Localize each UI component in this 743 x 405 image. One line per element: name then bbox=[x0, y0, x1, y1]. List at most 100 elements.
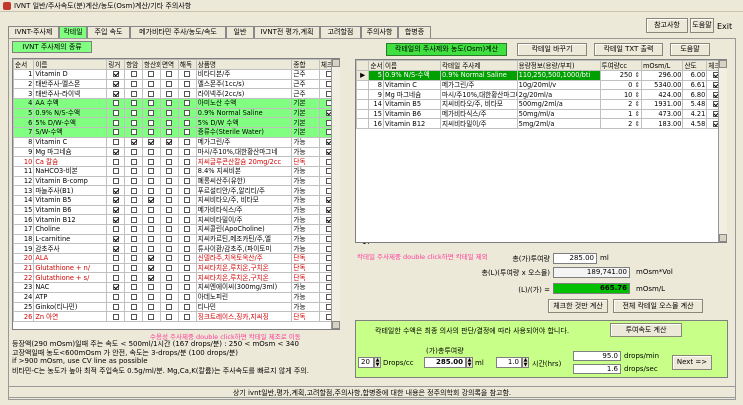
table-row[interactable]: 7 S/W-수액 증류수(Sterile Water) 기본 bbox=[13, 127, 339, 138]
category-checkbox[interactable] bbox=[130, 236, 137, 243]
dose-cc-cell[interactable]: 0 ⇕ bbox=[599, 79, 642, 91]
table-row[interactable]: 9 Mg 마그네슘 마시/주10%,대한황산마그네 2g/20ml/a 10 ⇕ 424.… bbox=[356, 89, 726, 101]
category-checkbox[interactable] bbox=[166, 110, 173, 117]
total-osm-field[interactable]: 189,741.00 bbox=[553, 267, 630, 278]
infusion-volume-spinner[interactable]: ▲ ▼ bbox=[466, 357, 473, 368]
category-checkbox[interactable] bbox=[112, 100, 119, 107]
category-checkbox[interactable] bbox=[130, 129, 137, 136]
table-row[interactable]: 14 Vitamin B5 지씨비타오/주, 비타모 가능 bbox=[13, 194, 339, 206]
category-checkbox[interactable] bbox=[112, 284, 119, 291]
category-checkbox[interactable] bbox=[184, 206, 191, 213]
scroll-down-arrow[interactable] bbox=[332, 321, 340, 329]
tab-cocktail[interactable]: 칵테일 bbox=[59, 26, 87, 38]
category-checkbox[interactable] bbox=[148, 255, 155, 262]
tab-pre-evaluation[interactable]: IVNT전 평가,계획 bbox=[254, 26, 320, 38]
category-checkbox[interactable] bbox=[130, 187, 137, 194]
next-button[interactable]: Next => bbox=[672, 355, 712, 370]
category-checkbox[interactable] bbox=[166, 119, 173, 126]
category-checkbox[interactable] bbox=[130, 313, 137, 320]
table-row[interactable]: 16 Vitamin B12 지씨비타밀이/주 5mg/2ml/a 2 ⇕ 183.00 4… bbox=[356, 118, 726, 130]
category-checkbox[interactable] bbox=[112, 226, 119, 233]
category-checkbox[interactable] bbox=[148, 71, 155, 78]
category-checkbox[interactable] bbox=[166, 294, 173, 301]
category-checkbox[interactable] bbox=[166, 245, 173, 252]
category-checkbox[interactable] bbox=[184, 119, 191, 126]
spinner-icon[interactable]: ⇕ bbox=[632, 101, 640, 109]
table-row[interactable]: 25 Ginko(티나민) 티나민 가능 bbox=[13, 301, 339, 313]
category-checkbox[interactable] bbox=[148, 148, 155, 155]
table-row[interactable]: 5 0.9% N/S-수액 0.9% Normal Saline 기본 bbox=[13, 107, 339, 119]
category-checkbox[interactable] bbox=[112, 265, 119, 272]
tab-general[interactable]: 일반 bbox=[226, 26, 254, 38]
table-row[interactable]: 13 마늘주사(B1) 푸르설티안/주,알리티/주 가능 bbox=[13, 185, 339, 196]
category-checkbox[interactable] bbox=[148, 245, 155, 252]
category-checkbox[interactable] bbox=[166, 177, 173, 184]
category-checkbox[interactable] bbox=[166, 139, 173, 146]
category-checkbox[interactable] bbox=[112, 90, 119, 97]
category-checkbox[interactable] bbox=[130, 265, 137, 272]
category-checkbox[interactable] bbox=[130, 226, 137, 233]
category-checkbox[interactable] bbox=[130, 100, 137, 107]
category-checkbox[interactable] bbox=[112, 274, 119, 281]
category-checkbox[interactable] bbox=[148, 158, 155, 165]
category-checkbox[interactable] bbox=[112, 187, 119, 194]
table-row[interactable]: 8 Vitamin C 메가그린/주 10g/20ml/v 0 ⇕ 5340.00 6.61 bbox=[356, 79, 726, 91]
category-checkbox[interactable] bbox=[166, 265, 173, 272]
category-checkbox[interactable] bbox=[184, 255, 191, 262]
category-checkbox[interactable] bbox=[184, 71, 191, 78]
spinner-icon[interactable]: ⇕ bbox=[632, 81, 640, 89]
change-cocktail-button[interactable]: 칵테일 바꾸기 bbox=[517, 43, 587, 56]
category-checkbox[interactable] bbox=[130, 110, 137, 117]
category-checkbox[interactable] bbox=[148, 187, 155, 194]
category-checkbox[interactable] bbox=[130, 284, 137, 291]
injection-grid-scrollbar[interactable] bbox=[331, 59, 340, 329]
category-checkbox[interactable] bbox=[166, 148, 173, 155]
category-checkbox[interactable] bbox=[184, 303, 191, 310]
category-checkbox[interactable] bbox=[130, 119, 137, 126]
dose-cc-cell[interactable]: 2 ⇕ bbox=[599, 118, 642, 130]
table-row[interactable]: 17 Choline 지씨콜린(ApoCholine) 가능 bbox=[13, 224, 339, 235]
category-checkbox[interactable] bbox=[184, 313, 191, 320]
spinner-icon[interactable]: ⇕ bbox=[632, 71, 640, 79]
category-checkbox[interactable] bbox=[130, 245, 137, 252]
category-checkbox[interactable] bbox=[166, 81, 173, 88]
category-checkbox[interactable] bbox=[130, 303, 137, 310]
dose-cc-cell[interactable]: 1 ⇕ bbox=[599, 108, 642, 120]
category-checkbox[interactable] bbox=[184, 226, 191, 233]
category-checkbox[interactable] bbox=[166, 226, 173, 233]
tab-complications[interactable]: 합병증 bbox=[398, 26, 431, 38]
category-checkbox[interactable] bbox=[166, 236, 173, 243]
category-checkbox[interactable] bbox=[184, 284, 191, 291]
hours-spinner[interactable]: ▲ ▼ bbox=[522, 357, 529, 368]
category-checkbox[interactable] bbox=[184, 100, 191, 107]
category-checkbox[interactable] bbox=[166, 158, 173, 165]
infusion-rate-calc-button[interactable]: 투여속도 계산 bbox=[610, 323, 682, 337]
category-checkbox[interactable] bbox=[184, 168, 191, 175]
category-checkbox[interactable] bbox=[166, 71, 173, 78]
category-checkbox[interactable] bbox=[148, 206, 155, 213]
dose-cc-cell[interactable]: 2 ⇕ bbox=[599, 99, 642, 110]
category-checkbox[interactable] bbox=[148, 284, 155, 291]
category-checkbox[interactable] bbox=[166, 284, 173, 291]
checked-only-calc-button[interactable]: 체크한 것만 계산 bbox=[548, 299, 608, 313]
total-volume-field[interactable]: 285.00 bbox=[553, 253, 597, 264]
category-checkbox[interactable] bbox=[112, 255, 119, 262]
table-row[interactable]: ▶ 5 0.9% N/S-수액 0.9% Normal Saline 110,250,5… bbox=[356, 70, 726, 81]
spinner-icon[interactable]: ⇕ bbox=[632, 91, 640, 99]
drops-per-min-field[interactable]: 95.0 bbox=[573, 351, 621, 361]
spinner-icon[interactable]: ⇕ bbox=[632, 110, 640, 118]
category-checkbox[interactable] bbox=[148, 236, 155, 243]
category-checkbox[interactable] bbox=[130, 139, 137, 146]
category-checkbox[interactable] bbox=[148, 274, 155, 281]
dose-cc-cell[interactable]: 250 ⇕ bbox=[599, 70, 642, 81]
category-checkbox[interactable] bbox=[130, 158, 137, 165]
table-row[interactable]: 16 Vitamin B12 지씨비타밀이/주 가능 bbox=[13, 214, 339, 225]
tab-precautions[interactable]: 주의사항 bbox=[361, 26, 398, 38]
category-checkbox[interactable] bbox=[112, 129, 119, 136]
category-checkbox[interactable] bbox=[184, 177, 191, 184]
category-checkbox[interactable] bbox=[130, 168, 137, 175]
category-checkbox[interactable] bbox=[112, 148, 119, 155]
table-row[interactable]: 12 Vitamin B-comp 폐롱씨산주(유한) 가능 bbox=[13, 175, 339, 187]
category-checkbox[interactable] bbox=[112, 294, 119, 301]
drops-per-cc-field[interactable]: 20 bbox=[358, 357, 374, 368]
